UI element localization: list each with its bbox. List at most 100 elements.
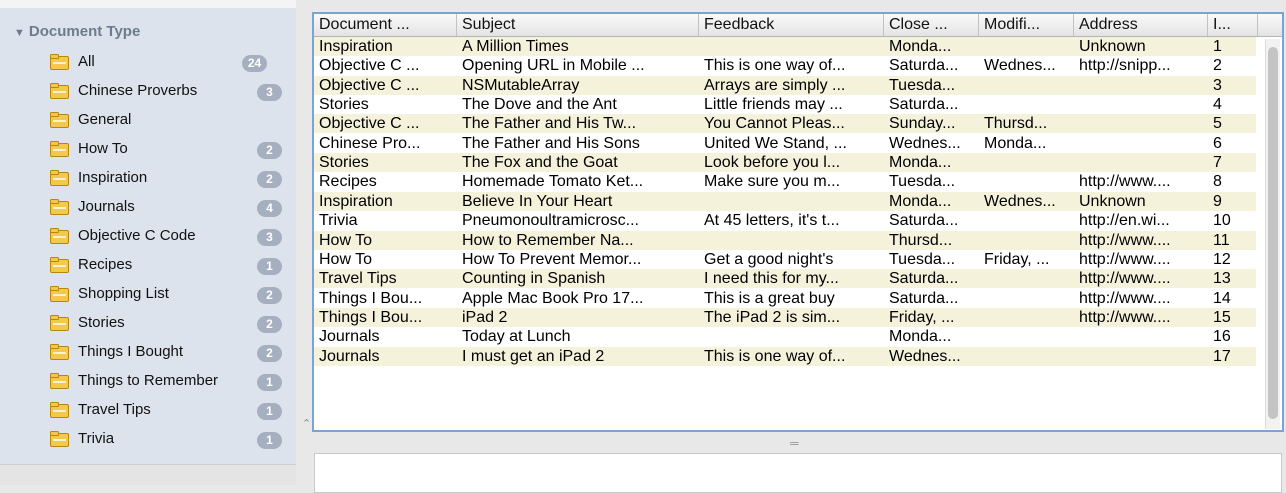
table-cell: How To xyxy=(319,231,373,249)
table-row[interactable]: Travel Tips Counting in Spanish I need thi… xyxy=(314,269,1256,289)
column-header-5[interactable]: Address xyxy=(1074,14,1208,36)
sidebar-item-objective-c-code[interactable]: Objective C Code 3 xyxy=(50,223,290,251)
count-badge: 1 xyxy=(257,403,282,420)
table-row[interactable]: Recipes Homemade Tomato Ket... Make sure y… xyxy=(314,172,1256,192)
table-row[interactable]: Chinese Pro... The Father and His Sons Uni… xyxy=(314,133,1256,153)
sidebar-item-label: Inspiration xyxy=(78,169,148,186)
table-cell: Chinese Pro... xyxy=(319,134,421,152)
table-cell: Look before you l... xyxy=(704,154,841,172)
table-cell: Wednes... xyxy=(889,134,961,152)
table-row[interactable]: Things I Bou... iPad 2 The iPad 2 is sim..… xyxy=(314,307,1256,327)
table-row[interactable]: Journals I must get an iPad 2 This is one … xyxy=(314,346,1256,366)
table-cell: Sunday... xyxy=(889,115,956,133)
split-handle-icon[interactable]: ═ xyxy=(790,436,799,450)
vertical-scrollbar[interactable] xyxy=(1265,39,1280,429)
column-header-3[interactable]: Close ... xyxy=(884,14,979,36)
count-badge: 3 xyxy=(257,84,282,101)
folder-icon xyxy=(50,402,69,418)
table-row[interactable]: Inspiration Believe In Your Heart Monda...… xyxy=(314,191,1256,211)
disclosure-triangle-icon[interactable]: ▼ xyxy=(14,27,25,39)
table-cell: Today at Lunch xyxy=(462,328,571,346)
table-row[interactable]: Objective C ... The Father and His Tw... Y… xyxy=(314,114,1256,134)
table-cell: The Fox and the Goat xyxy=(462,154,618,172)
table-cell: 12 xyxy=(1213,250,1231,268)
table-row[interactable]: Journals Today at Lunch Monda... 16 xyxy=(314,327,1256,347)
sidebar-item-label: Travel Tips xyxy=(78,401,151,418)
table-cell xyxy=(979,211,1074,230)
sidebar-item-things-i-bought[interactable]: Things I Bought 2 xyxy=(50,339,290,367)
table-cell xyxy=(699,231,884,250)
sidebar-item-travel-tips[interactable]: Travel Tips 1 xyxy=(50,397,290,425)
table-row[interactable]: How To How to Remember Na... Thursd... http… xyxy=(314,230,1256,250)
table-cell: Make sure you m... xyxy=(704,173,841,191)
table-row[interactable]: Objective C ... Opening URL in Mobile ...… xyxy=(314,56,1256,76)
section-header[interactable]: ▼ Document Type xyxy=(14,23,140,40)
table-cell: Saturda... xyxy=(889,270,959,288)
split-divider[interactable] xyxy=(296,0,312,485)
table-cell: Unknown xyxy=(1079,192,1146,210)
folder-icon xyxy=(50,112,69,128)
table-cell: 17 xyxy=(1213,347,1231,365)
table-cell: http://www.... xyxy=(1079,308,1171,326)
table-cell: Wednes... xyxy=(889,347,961,365)
count-badge: 1 xyxy=(257,374,282,391)
sidebar-item-how-to[interactable]: How To 2 xyxy=(50,136,290,164)
sidebar-item-stories[interactable]: Stories 2 xyxy=(50,310,290,338)
detail-pane[interactable] xyxy=(314,453,1282,493)
count-badge: 2 xyxy=(257,171,282,188)
table-cell: At 45 letters, it's t... xyxy=(704,212,840,230)
count-badge: 2 xyxy=(257,345,282,362)
table-cell: NSMutableArray xyxy=(462,76,580,94)
table-row[interactable]: Trivia Pneumonoultramicrosc... At 45 lette… xyxy=(314,211,1256,231)
table-cell: The Father and His Tw... xyxy=(462,115,637,133)
table-row[interactable]: Inspiration A Million Times Monda... Unknow… xyxy=(314,37,1256,56)
table-cell xyxy=(979,289,1074,308)
count-badge: 4 xyxy=(257,200,282,217)
table-cell: Tuesda... xyxy=(889,250,956,268)
sidebar-item-inspiration[interactable]: Inspiration 2 xyxy=(50,165,290,193)
sidebar-item-trivia[interactable]: Trivia 1 xyxy=(50,426,290,454)
table-cell xyxy=(979,327,1074,346)
sidebar-item-all[interactable]: All 24 xyxy=(50,49,290,77)
sidebar-item-label: General xyxy=(78,111,132,128)
sidebar-item-shopping-list[interactable]: Shopping List 2 xyxy=(50,281,290,309)
count-badge: 1 xyxy=(257,432,282,449)
sidebar-item-recipes[interactable]: Recipes 1 xyxy=(50,252,290,280)
table-cell: 16 xyxy=(1213,328,1231,346)
table-cell: Homemade Tomato Ket... xyxy=(462,173,644,191)
sidebar-item-label: Trivia xyxy=(78,430,115,447)
table-cell: http://www.... xyxy=(1079,250,1171,268)
table-cell: You Cannot Pleas... xyxy=(704,115,845,133)
table-cell: Saturda... xyxy=(889,96,959,114)
sidebar-item-things-to-remember[interactable]: Things to Remember 1 xyxy=(50,368,290,396)
column-header-0[interactable]: Document ... xyxy=(314,14,457,36)
table-cell: 3 xyxy=(1213,76,1222,94)
documents-table[interactable]: Document ... Subject Feedback Close ... Modi… xyxy=(312,12,1284,432)
table-row[interactable]: Stories The Dove and the Ant Little friend… xyxy=(314,95,1256,115)
sidebar-item-chinese-proverbs[interactable]: Chinese Proverbs 3 xyxy=(50,78,290,106)
table-cell: Monda... xyxy=(889,154,952,172)
table-row[interactable]: Objective C ... NSMutableArray Arrays are … xyxy=(314,75,1256,95)
table-row[interactable]: Stories The Fox and the Goat Look before y… xyxy=(314,153,1256,173)
sidebar-item-journals[interactable]: Journals 4 xyxy=(50,194,290,222)
table-cell xyxy=(979,95,1074,114)
table-row[interactable]: How To How To Prevent Memor... Get a good … xyxy=(314,249,1256,269)
column-header-2[interactable]: Feedback xyxy=(699,14,884,36)
table-row[interactable]: Things I Bou... Apple Mac Book Pro 17... T… xyxy=(314,288,1256,308)
table-cell: Get a good night's xyxy=(704,250,834,268)
table-cell: 14 xyxy=(1213,289,1231,307)
scroll-thumb[interactable] xyxy=(1268,47,1278,419)
table-cell: This is a great buy xyxy=(704,289,835,307)
count-badge: 2 xyxy=(257,316,282,333)
folder-icon xyxy=(50,315,69,331)
column-header-1[interactable]: Subject xyxy=(457,14,699,36)
table-cell: Travel Tips xyxy=(319,270,397,288)
table-cell: How To Prevent Memor... xyxy=(462,250,642,268)
table-cell: Things I Bou... xyxy=(319,308,423,326)
table-cell: Journals xyxy=(319,347,380,365)
column-header-6[interactable]: I... xyxy=(1208,14,1258,36)
table-cell: Saturda... xyxy=(889,212,959,230)
resize-handle-icon[interactable]: ⌃ xyxy=(302,417,311,430)
column-header-4[interactable]: Modifi... xyxy=(979,14,1074,36)
sidebar-item-general[interactable]: General xyxy=(50,107,290,135)
